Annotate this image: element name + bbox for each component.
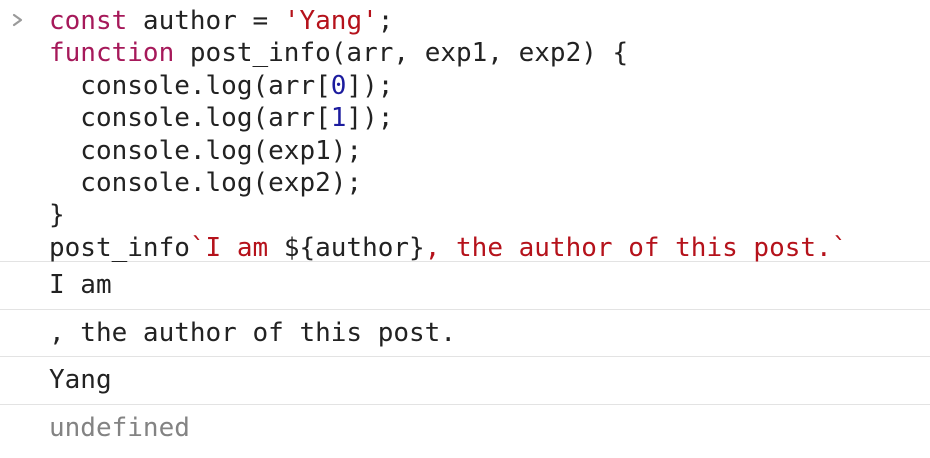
code-number: 0	[330, 70, 347, 101]
code-keyword: function	[49, 38, 175, 69]
code-string: , the author of this post.`	[424, 232, 848, 263]
code-number: 1	[330, 103, 347, 134]
code-line: function post_info(arr, exp1, exp2) {	[49, 37, 930, 69]
console-input-entry[interactable]: const author = 'Yang'; function post_info…	[0, 0, 930, 264]
code-text: console.log(exp1);	[49, 135, 363, 166]
code-text: console.log(arr[	[49, 103, 331, 134]
code-text: ]);	[346, 70, 394, 101]
code-string: `I am	[189, 232, 284, 263]
code-text: console.log(arr[	[49, 70, 331, 101]
code-line: console.log(arr[1]);	[49, 102, 930, 134]
console-output-list: I am, the author of this post. Yang undefi…	[0, 262, 930, 453]
code-string: 'Yang'	[283, 6, 378, 36]
code-text: }	[49, 200, 65, 231]
code-line: post_info`I am ${author}, the author of …	[49, 232, 930, 264]
code-text: ]);	[346, 103, 394, 134]
code-text: console.log(exp2);	[49, 167, 363, 198]
console-log-row: I am	[0, 262, 930, 310]
code-line: console.log(exp1);	[49, 135, 930, 167]
code-text: author =	[127, 6, 284, 36]
code-line: console.log(exp2);	[49, 167, 930, 199]
code-text: post_info	[49, 232, 190, 263]
console-result-row: undefined	[49, 412, 190, 443]
chevron-right-icon	[12, 13, 23, 27]
code-line: }	[49, 199, 930, 231]
code-text: ${author}	[283, 232, 425, 263]
code-keyword: const	[49, 6, 128, 36]
code-line: console.log(arr[0]);	[49, 70, 930, 102]
code-text: post_info(arr, exp1, exp2) {	[174, 38, 629, 69]
console-log-row: , the author of this post.	[0, 310, 930, 357]
console-log-row: Yang	[0, 357, 930, 405]
code-editor[interactable]: const author = 'Yang'; function post_info…	[49, 5, 930, 264]
devtools-console: const author = 'Yang'; function post_info…	[0, 0, 930, 458]
code-line: const author = 'Yang';	[49, 5, 930, 37]
code-text: ;	[377, 6, 394, 36]
